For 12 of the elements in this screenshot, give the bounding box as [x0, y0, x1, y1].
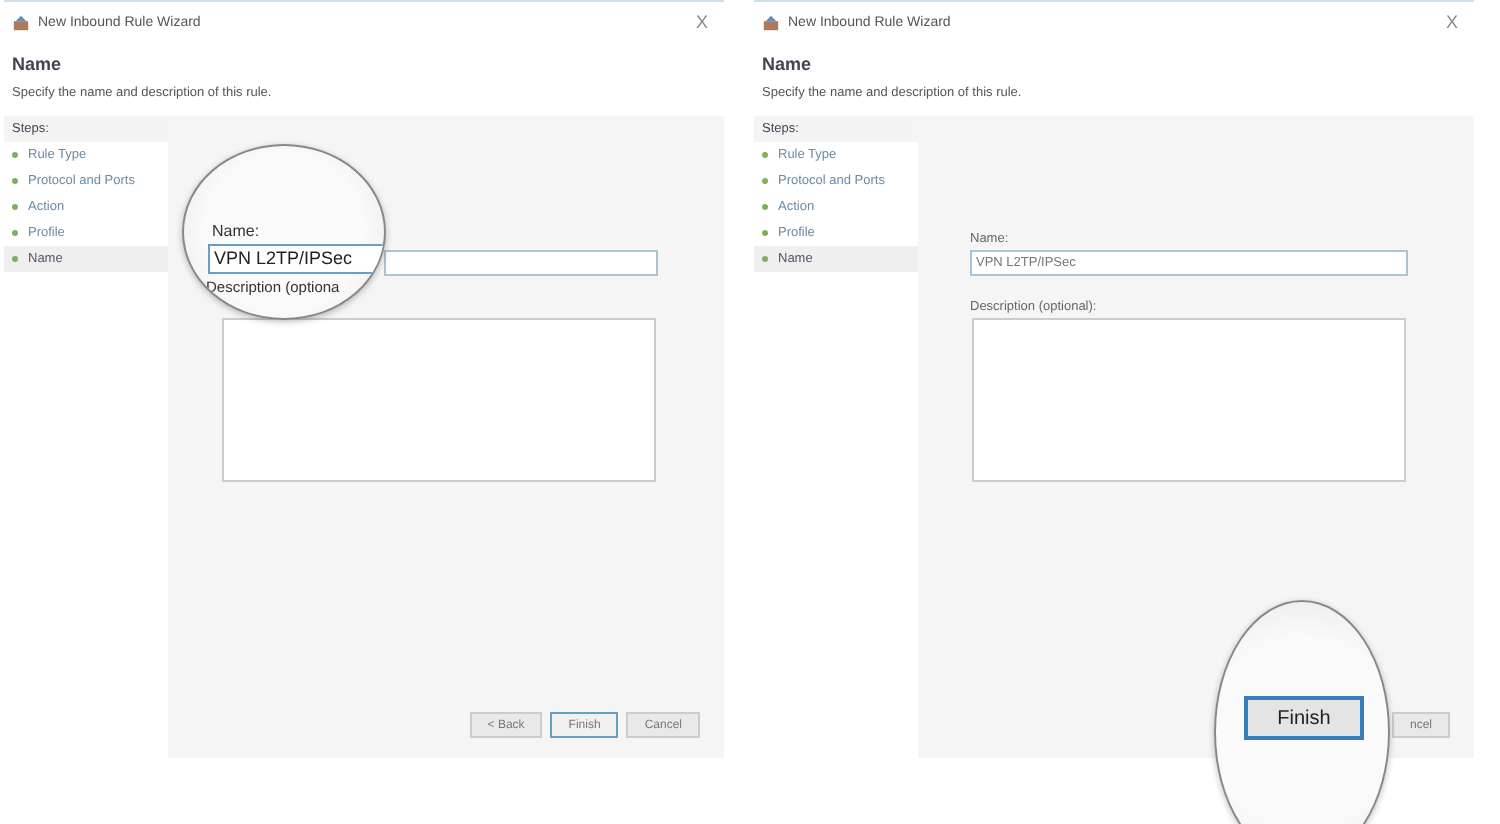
firewall-icon — [762, 13, 780, 31]
description-field[interactable] — [222, 318, 656, 482]
finish-button[interactable]: Finish — [1244, 696, 1364, 740]
name-field[interactable]: VPN L2TP/IPSec — [208, 244, 384, 274]
page-heading: Name — [760, 52, 814, 78]
description-field[interactable] — [972, 318, 1406, 482]
close-button[interactable]: X — [1445, 12, 1458, 32]
firewall-icon — [12, 13, 30, 31]
name-label: Name: — [212, 222, 260, 240]
close-button[interactable]: X — [695, 12, 708, 32]
name-field[interactable] — [384, 250, 658, 276]
page-heading: Name — [10, 52, 64, 78]
